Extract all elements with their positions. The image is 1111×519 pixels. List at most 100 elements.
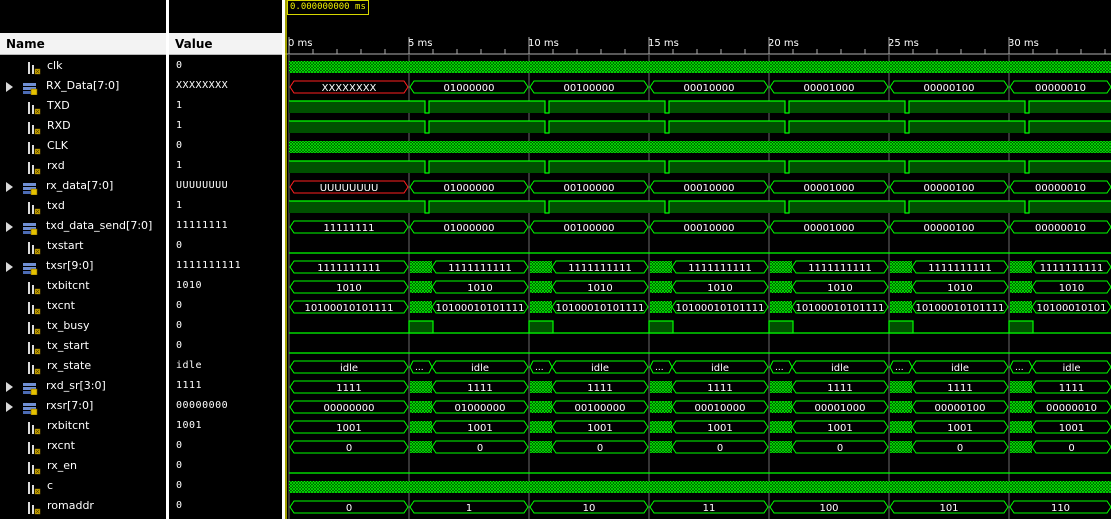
transition-hatch (770, 301, 792, 313)
signal-row[interactable]: rxd 1 (0, 157, 285, 177)
bus-value-label: 10100010101111 (915, 303, 1004, 314)
bus-value-label: 1111111111 (317, 263, 381, 274)
signal-row[interactable]: rxcnt 0 (0, 437, 285, 457)
signal-row[interactable]: c0 (0, 477, 285, 497)
bit-signal-icon (27, 480, 41, 495)
signal-row[interactable]: txd_data_send[7:0] 11111111 (0, 217, 285, 237)
transition-ellipsis: ... (895, 363, 904, 373)
bus-value-label: 10100010101111 (304, 303, 393, 314)
transition-hatch (890, 261, 912, 273)
signal-row[interactable]: txcnt 0 (0, 297, 285, 317)
signal-row[interactable]: romaddr 0 (0, 497, 285, 517)
signal-row[interactable]: rx_en 0 (0, 457, 285, 477)
bus-value-label: 01000000 (444, 183, 495, 194)
signal-value: 1 (176, 100, 183, 111)
bus-value-label: 00000100 (924, 83, 975, 94)
signal-row[interactable]: rxd_sr[3:0] 1111 (0, 377, 285, 397)
transition-hatch (890, 281, 912, 293)
signal-value: 00000000 (176, 400, 229, 411)
signal-row[interactable]: txsr[9:0] 1111111111 (0, 257, 285, 277)
bit-signal-icon (27, 320, 41, 335)
signal-value: UUUUUUUU (176, 180, 229, 191)
name-column-header[interactable]: Name (0, 33, 166, 55)
signal-name: RXD (47, 119, 71, 132)
signal-row[interactable]: rxsr[7:0] 00000000 (0, 397, 285, 417)
bus-value-label: 1111 (1059, 383, 1084, 394)
signal-value: 1001 (176, 420, 203, 431)
bus-value-label: 10100010101 (1037, 303, 1107, 314)
signal-row[interactable]: rxbitcnt 1001 (0, 417, 285, 437)
bus-value-label: idle (471, 363, 489, 374)
bus-value-label: 00000010 (1035, 223, 1086, 234)
bit-signal-icon (27, 360, 41, 375)
transition-hatch (530, 301, 552, 313)
bus-value-label: 00001000 (804, 223, 855, 234)
expand-arrow-icon[interactable] (6, 222, 13, 232)
bus-value-label: 10100010101111 (795, 303, 884, 314)
bus-value-label: 00000010 (1035, 83, 1086, 94)
signal-name: rx_state (47, 359, 92, 372)
busy-pulse (648, 320, 674, 334)
bit-signal-icon (27, 60, 41, 75)
transition-hatch (530, 421, 552, 433)
transition-hatch (650, 421, 672, 433)
waveform-canvas[interactable]: XXXXXXXX 01000000 00100000 00010000 00001000… (285, 0, 1111, 519)
signal-row[interactable]: clk 0 (0, 57, 285, 77)
signal-row[interactable]: txd 1 (0, 197, 285, 217)
signal-row[interactable]: tx_busy 0 (0, 317, 285, 337)
signal-value: 0 (176, 140, 183, 151)
expand-arrow-icon[interactable] (6, 262, 13, 272)
transition-ellipsis: ... (1015, 363, 1024, 373)
value-column-header[interactable]: Value (169, 33, 282, 55)
bus-value-label: 01000000 (455, 403, 506, 414)
transition-ellipsis: ... (775, 363, 784, 373)
waveform-pane[interactable]: 0.000000000 ms 0 ms 5 ms 10 ms 15 ms 20 ms 25… (285, 0, 1111, 519)
transition-hatch (410, 261, 432, 273)
bus-value-label: 1111 (947, 383, 972, 394)
bus-value-label: 0 (477, 443, 483, 454)
transition-hatch (770, 381, 792, 393)
bus-value-label: 00010000 (684, 223, 735, 234)
bus-signal-icon (22, 400, 38, 416)
signal-row[interactable]: RX_Data[7:0] XXXXXXXX (0, 77, 285, 97)
expand-arrow-icon[interactable] (6, 82, 13, 92)
signal-name: tx_busy (47, 319, 90, 332)
signal-name: TXD (47, 99, 70, 112)
bus-value-label: 1111111111 (568, 263, 632, 274)
bus-value-label: idle (340, 363, 358, 374)
busy-pulse (528, 320, 554, 334)
expand-arrow-icon[interactable] (6, 382, 13, 392)
signal-row[interactable]: rx_state idle (0, 357, 285, 377)
transition-hatch (1010, 281, 1032, 293)
signal-row[interactable]: rx_data[7:0] UUUUUUUU (0, 177, 285, 197)
column-divider-name-value[interactable] (166, 0, 169, 519)
signal-name: rxsr[7:0] (46, 399, 94, 412)
signal-row[interactable]: TXD 1 (0, 97, 285, 117)
clock-wave (289, 61, 1111, 73)
bus-value-label: 00001000 (815, 403, 866, 414)
bus-value-label: 00100000 (564, 183, 615, 194)
bus-value-label: 1111 (827, 383, 852, 394)
bus-value-label: 00001000 (804, 83, 855, 94)
expand-arrow-icon[interactable] (6, 182, 13, 192)
bit-signal-icon (27, 340, 41, 355)
signal-row[interactable]: tx_start 0 (0, 337, 285, 357)
signal-row[interactable]: RXD 1 (0, 117, 285, 137)
bus-value-label: 0 (346, 443, 352, 454)
signal-row[interactable]: txbitcnt 1010 (0, 277, 285, 297)
signal-value: 0 (176, 480, 183, 491)
bus-signal-icon (22, 220, 38, 236)
expand-arrow-icon[interactable] (6, 402, 13, 412)
bus-value-label: 00000010 (1035, 183, 1086, 194)
busy-pulse (1008, 320, 1034, 334)
bus-value-label: 1001 (467, 423, 492, 434)
bus-value-label: 00000100 (924, 223, 975, 234)
signal-row[interactable]: CLK 0 (0, 137, 285, 157)
transition-hatch (650, 441, 672, 453)
signal-row[interactable]: txstart 0 (0, 237, 285, 257)
bus-signal-icon (22, 260, 38, 276)
transition-hatch (770, 261, 792, 273)
bus-value-label: 1111111111 (448, 263, 512, 274)
signal-name: txbitcnt (47, 279, 90, 292)
transition-hatch (1010, 301, 1032, 313)
